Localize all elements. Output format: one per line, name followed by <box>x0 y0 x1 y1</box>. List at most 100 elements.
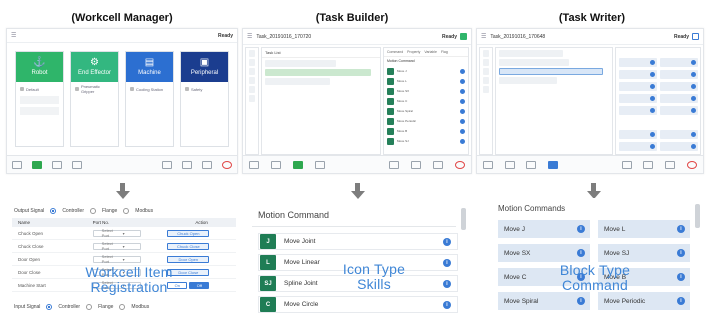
workcell-manager-icon[interactable] <box>504 160 515 169</box>
task-writer-icon[interactable] <box>72 160 82 169</box>
jog-icon[interactable] <box>643 160 654 169</box>
scrollbar[interactable] <box>695 204 700 228</box>
status-icon[interactable] <box>621 160 632 169</box>
home-icon[interactable] <box>482 160 493 169</box>
block-type-command-panel: Motion Commands Move Ji Move Li Move SX i… <box>488 198 704 315</box>
port-select[interactable]: Select Port ▾ <box>92 254 141 264</box>
settings-icon[interactable] <box>202 160 212 169</box>
info-icon[interactable]: i <box>577 249 585 257</box>
status-icon[interactable] <box>162 160 172 169</box>
info-icon[interactable]: i <box>677 297 685 305</box>
ready-badge <box>692 33 699 40</box>
radio-flange[interactable] <box>90 208 96 214</box>
settings-icon[interactable] <box>433 160 443 169</box>
workcell-card-machine[interactable]: ▤ Machine Cooling Station <box>125 51 174 147</box>
table-row: Chuck Close Select Port ▾ Chuck Close <box>12 240 236 253</box>
menu-icon[interactable]: ☰ <box>481 33 486 40</box>
radio-modbus[interactable] <box>119 304 126 310</box>
home-icon[interactable] <box>249 160 259 169</box>
card-item[interactable]: Pneumatic Gripper <box>81 84 114 94</box>
block-move-periodic[interactable]: Move Periodic i <box>598 292 690 310</box>
task-list-title: Task List <box>262 48 380 58</box>
command-item[interactable]: Move J <box>387 67 465 75</box>
info-icon[interactable]: i <box>443 237 451 246</box>
block-move-sj[interactable]: Move SJ i <box>598 244 690 262</box>
command-item[interactable]: Move SX <box>387 87 465 95</box>
action-button[interactable]: Chuck Open <box>167 229 210 237</box>
builder-topbar: ☰ Task_20191016_170720 Ready <box>243 29 471 45</box>
peripheral-icon: ▣ <box>199 57 210 68</box>
workcell-manager-icon[interactable] <box>32 160 42 169</box>
info-icon[interactable]: i <box>443 300 451 309</box>
task-builder-icon[interactable] <box>526 160 537 169</box>
divider <box>252 226 456 227</box>
command-item[interactable]: Move Spiral <box>387 107 465 115</box>
radio-controller[interactable] <box>46 304 53 310</box>
jog-icon[interactable] <box>182 160 192 169</box>
action-button[interactable]: Door Open <box>167 255 210 263</box>
info-icon[interactable]: i <box>443 279 451 288</box>
move-linear-icon: L <box>260 255 276 270</box>
block-move-j[interactable]: Move Ji <box>498 220 590 238</box>
power-icon[interactable] <box>455 160 465 169</box>
info-icon[interactable]: i <box>677 273 685 281</box>
port-select[interactable]: Select Port ▾ <box>92 228 141 238</box>
command-item[interactable]: Move C <box>387 97 465 105</box>
task-writer-icon[interactable] <box>548 160 559 169</box>
tab-variable[interactable]: Variable <box>424 50 437 54</box>
workcell-card-robot[interactable]: ⚓ Robot Default <box>15 51 64 147</box>
workcell-card-end-effector[interactable]: ⚙ End Effector Pneumatic Gripper <box>70 51 119 147</box>
tab-property[interactable]: Property <box>407 50 420 54</box>
ready-badge <box>460 33 467 40</box>
card-item[interactable]: Safety <box>191 87 202 92</box>
workcell-category-cards: ⚓ Robot Default ⚙ End Effector Pneumatic… <box>15 51 229 147</box>
port-select[interactable]: Select Port ▾ <box>92 241 141 251</box>
radio-flange[interactable] <box>86 304 93 310</box>
skill-move-joint[interactable]: J Move Joint i <box>258 233 458 250</box>
power-icon[interactable] <box>687 160 697 169</box>
info-icon[interactable]: i <box>677 249 685 257</box>
card-item[interactable]: Default <box>26 87 39 92</box>
task-writer-icon[interactable] <box>315 160 325 169</box>
block-move-sx[interactable]: Move SX i <box>498 244 590 262</box>
task-builder-icon[interactable] <box>293 160 303 169</box>
command-item[interactable]: Move B <box>387 127 465 135</box>
settings-icon[interactable] <box>665 160 676 169</box>
block-move-spiral[interactable]: Move Spiral i <box>498 292 590 310</box>
tab-flag[interactable]: Flag <box>441 50 448 54</box>
tool-column <box>245 47 259 155</box>
info-icon[interactable]: i <box>577 225 585 233</box>
command-item[interactable]: Move SJ <box>387 137 465 145</box>
jog-icon[interactable] <box>411 160 421 169</box>
command-item[interactable]: Move L <box>387 77 465 85</box>
tab-command[interactable]: Command <box>387 50 403 54</box>
radio-modbus[interactable] <box>123 208 130 214</box>
motion-command-header: Motion Command <box>387 59 415 63</box>
info-icon[interactable]: i <box>677 225 685 233</box>
card-item[interactable]: Cooling Station <box>136 87 163 92</box>
writer-bottom-nav <box>477 155 703 173</box>
menu-icon[interactable]: ☰ <box>247 33 252 40</box>
action-button[interactable]: Chuck Close <box>167 242 210 250</box>
menu-icon[interactable]: ☰ <box>11 32 16 39</box>
output-signal-label: Output Signal <box>14 208 45 214</box>
workcell-card-peripheral[interactable]: ▣ Peripheral Safety <box>180 51 229 147</box>
task-name: Task_20191016_170720 <box>256 33 312 40</box>
scrollbar[interactable] <box>461 208 466 230</box>
command-block-panel <box>615 47 701 155</box>
home-icon[interactable] <box>12 160 22 169</box>
command-item[interactable]: Move Periodic <box>387 117 465 125</box>
workcell-manager-icon[interactable] <box>271 160 281 169</box>
block-move-l[interactable]: Move Li <box>598 220 690 238</box>
radio-controller[interactable] <box>50 208 57 214</box>
info-icon[interactable]: i <box>577 297 585 305</box>
skill-move-circle[interactable]: C Move Circle i <box>258 296 458 313</box>
icon-type-skills-label: Icon Type Skills <box>342 261 406 292</box>
off-button[interactable]: Off <box>189 281 210 289</box>
task-builder-icon[interactable] <box>52 160 62 169</box>
workcell-topbar: ☰ Ready <box>7 29 237 43</box>
power-icon[interactable] <box>222 160 232 169</box>
task-name: Task_20191016_170648 <box>490 33 546 40</box>
info-icon[interactable]: i <box>443 258 451 267</box>
status-icon[interactable] <box>389 160 399 169</box>
